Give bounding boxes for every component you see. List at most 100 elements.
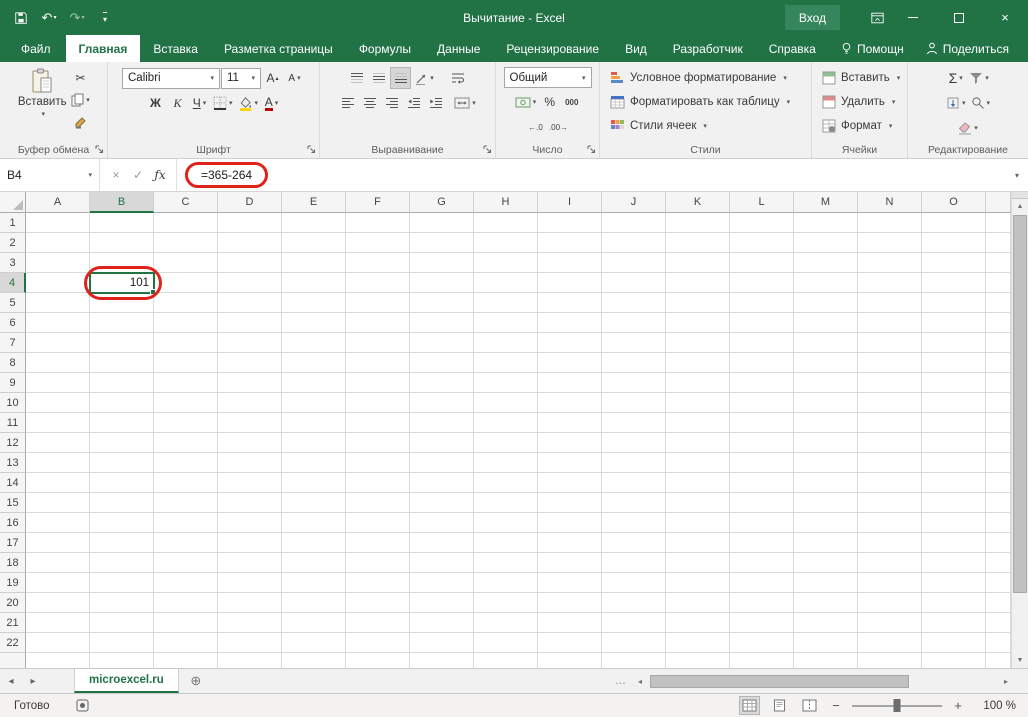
cell-L6[interactable] [730,313,794,333]
cell-G20[interactable] [410,593,474,613]
cell-A12[interactable] [26,433,90,453]
cell-N21[interactable] [858,613,922,633]
cell-H13[interactable] [474,453,538,473]
cell-L12[interactable] [730,433,794,453]
cell-A20[interactable] [26,593,90,613]
ribbon-tab-7[interactable]: Вид [612,35,660,62]
row-header-11[interactable]: 11 [0,413,26,433]
cell-C9[interactable] [154,373,218,393]
cell-F21[interactable] [346,613,410,633]
cell-J10[interactable] [602,393,666,413]
cell-E16[interactable] [282,513,346,533]
sort-filter-button[interactable]: ▾ [967,67,991,89]
cell-A4[interactable] [26,273,90,293]
cell-N8[interactable] [858,353,922,373]
column-header-G[interactable]: G [410,192,474,213]
cell-G21[interactable] [410,613,474,633]
cell-E5[interactable] [282,293,346,313]
cell-A6[interactable] [26,313,90,333]
cell-D13[interactable] [218,453,282,473]
cell-G4[interactable] [410,273,474,293]
sign-in-button[interactable]: Вход [785,5,840,30]
sheet-prev-button[interactable]: ◂ [0,669,22,693]
column-header-K[interactable]: K [666,192,730,213]
cell-J19[interactable] [602,573,666,593]
column-header-I[interactable]: I [538,192,602,213]
cell-B9[interactable] [90,373,154,393]
cell-D9[interactable] [218,373,282,393]
cell-F1[interactable] [346,213,410,233]
cell-L5[interactable] [730,293,794,313]
horizontal-scroll-track[interactable] [648,673,998,690]
cell-K20[interactable] [666,593,730,613]
cell-O12[interactable] [922,433,986,453]
cell-F2[interactable] [346,233,410,253]
cell-A9[interactable] [26,373,90,393]
row-header-15[interactable]: 15 [0,493,26,513]
cell-G2[interactable] [410,233,474,253]
cell-E2[interactable] [282,233,346,253]
cell-O14[interactable] [922,473,986,493]
format-painter-button[interactable] [69,111,92,133]
share-button[interactable]: Поделиться [915,42,1020,56]
cell-F15[interactable] [346,493,410,513]
cell-L20[interactable] [730,593,794,613]
cell-K4[interactable] [666,273,730,293]
cell-A13[interactable] [26,453,90,473]
cell-K10[interactable] [666,393,730,413]
cell-filler[interactable] [858,653,922,668]
cell-A17[interactable] [26,533,90,553]
column-header-F[interactable]: F [346,192,410,213]
cell-M15[interactable] [794,493,858,513]
cell-M13[interactable] [794,453,858,473]
cell-C7[interactable] [154,333,218,353]
tell-me-assistant[interactable]: Помощн [830,42,915,56]
cell-A21[interactable] [26,613,90,633]
ribbon-tab-1[interactable]: Главная [66,35,141,62]
cell-E3[interactable] [282,253,346,273]
cell-J3[interactable] [602,253,666,273]
cell-M12[interactable] [794,433,858,453]
cell-O15[interactable] [922,493,986,513]
cell-M1[interactable] [794,213,858,233]
cell-M14[interactable] [794,473,858,493]
row-header-5[interactable]: 5 [0,293,26,313]
cancel-button[interactable]: × [106,168,126,182]
cell-E19[interactable] [282,573,346,593]
sheet-tab-active[interactable]: microexcel.ru [74,669,179,693]
cell-H17[interactable] [474,533,538,553]
cell-C17[interactable] [154,533,218,553]
cell-G9[interactable] [410,373,474,393]
cell-E15[interactable] [282,493,346,513]
cell-H12[interactable] [474,433,538,453]
cell-K16[interactable] [666,513,730,533]
cell-D4[interactable] [218,273,282,293]
cell-H5[interactable] [474,293,538,313]
cell-filler[interactable] [794,653,858,668]
cell-J12[interactable] [602,433,666,453]
cell-J1[interactable] [602,213,666,233]
row-header-18[interactable]: 18 [0,553,26,573]
cell-B3[interactable] [90,253,154,273]
cell-E17[interactable] [282,533,346,553]
cell-B7[interactable] [90,333,154,353]
cell-N12[interactable] [858,433,922,453]
ribbon-tab-9[interactable]: Справка [756,35,829,62]
cell-F6[interactable] [346,313,410,333]
cell-L19[interactable] [730,573,794,593]
cell-filler[interactable] [218,653,282,668]
cell-I18[interactable] [538,553,602,573]
cell-E10[interactable] [282,393,346,413]
cell-O21[interactable] [922,613,986,633]
cell-L4[interactable] [730,273,794,293]
cell-D3[interactable] [218,253,282,273]
cell-L9[interactable] [730,373,794,393]
cell-J22[interactable] [602,633,666,653]
insert-function-button[interactable]: ƒx [150,168,170,182]
cell-O13[interactable] [922,453,986,473]
cell-A2[interactable] [26,233,90,253]
cell-B10[interactable] [90,393,154,413]
cell-D21[interactable] [218,613,282,633]
cell-L15[interactable] [730,493,794,513]
undo-button[interactable]: ↶▾ [36,5,62,31]
